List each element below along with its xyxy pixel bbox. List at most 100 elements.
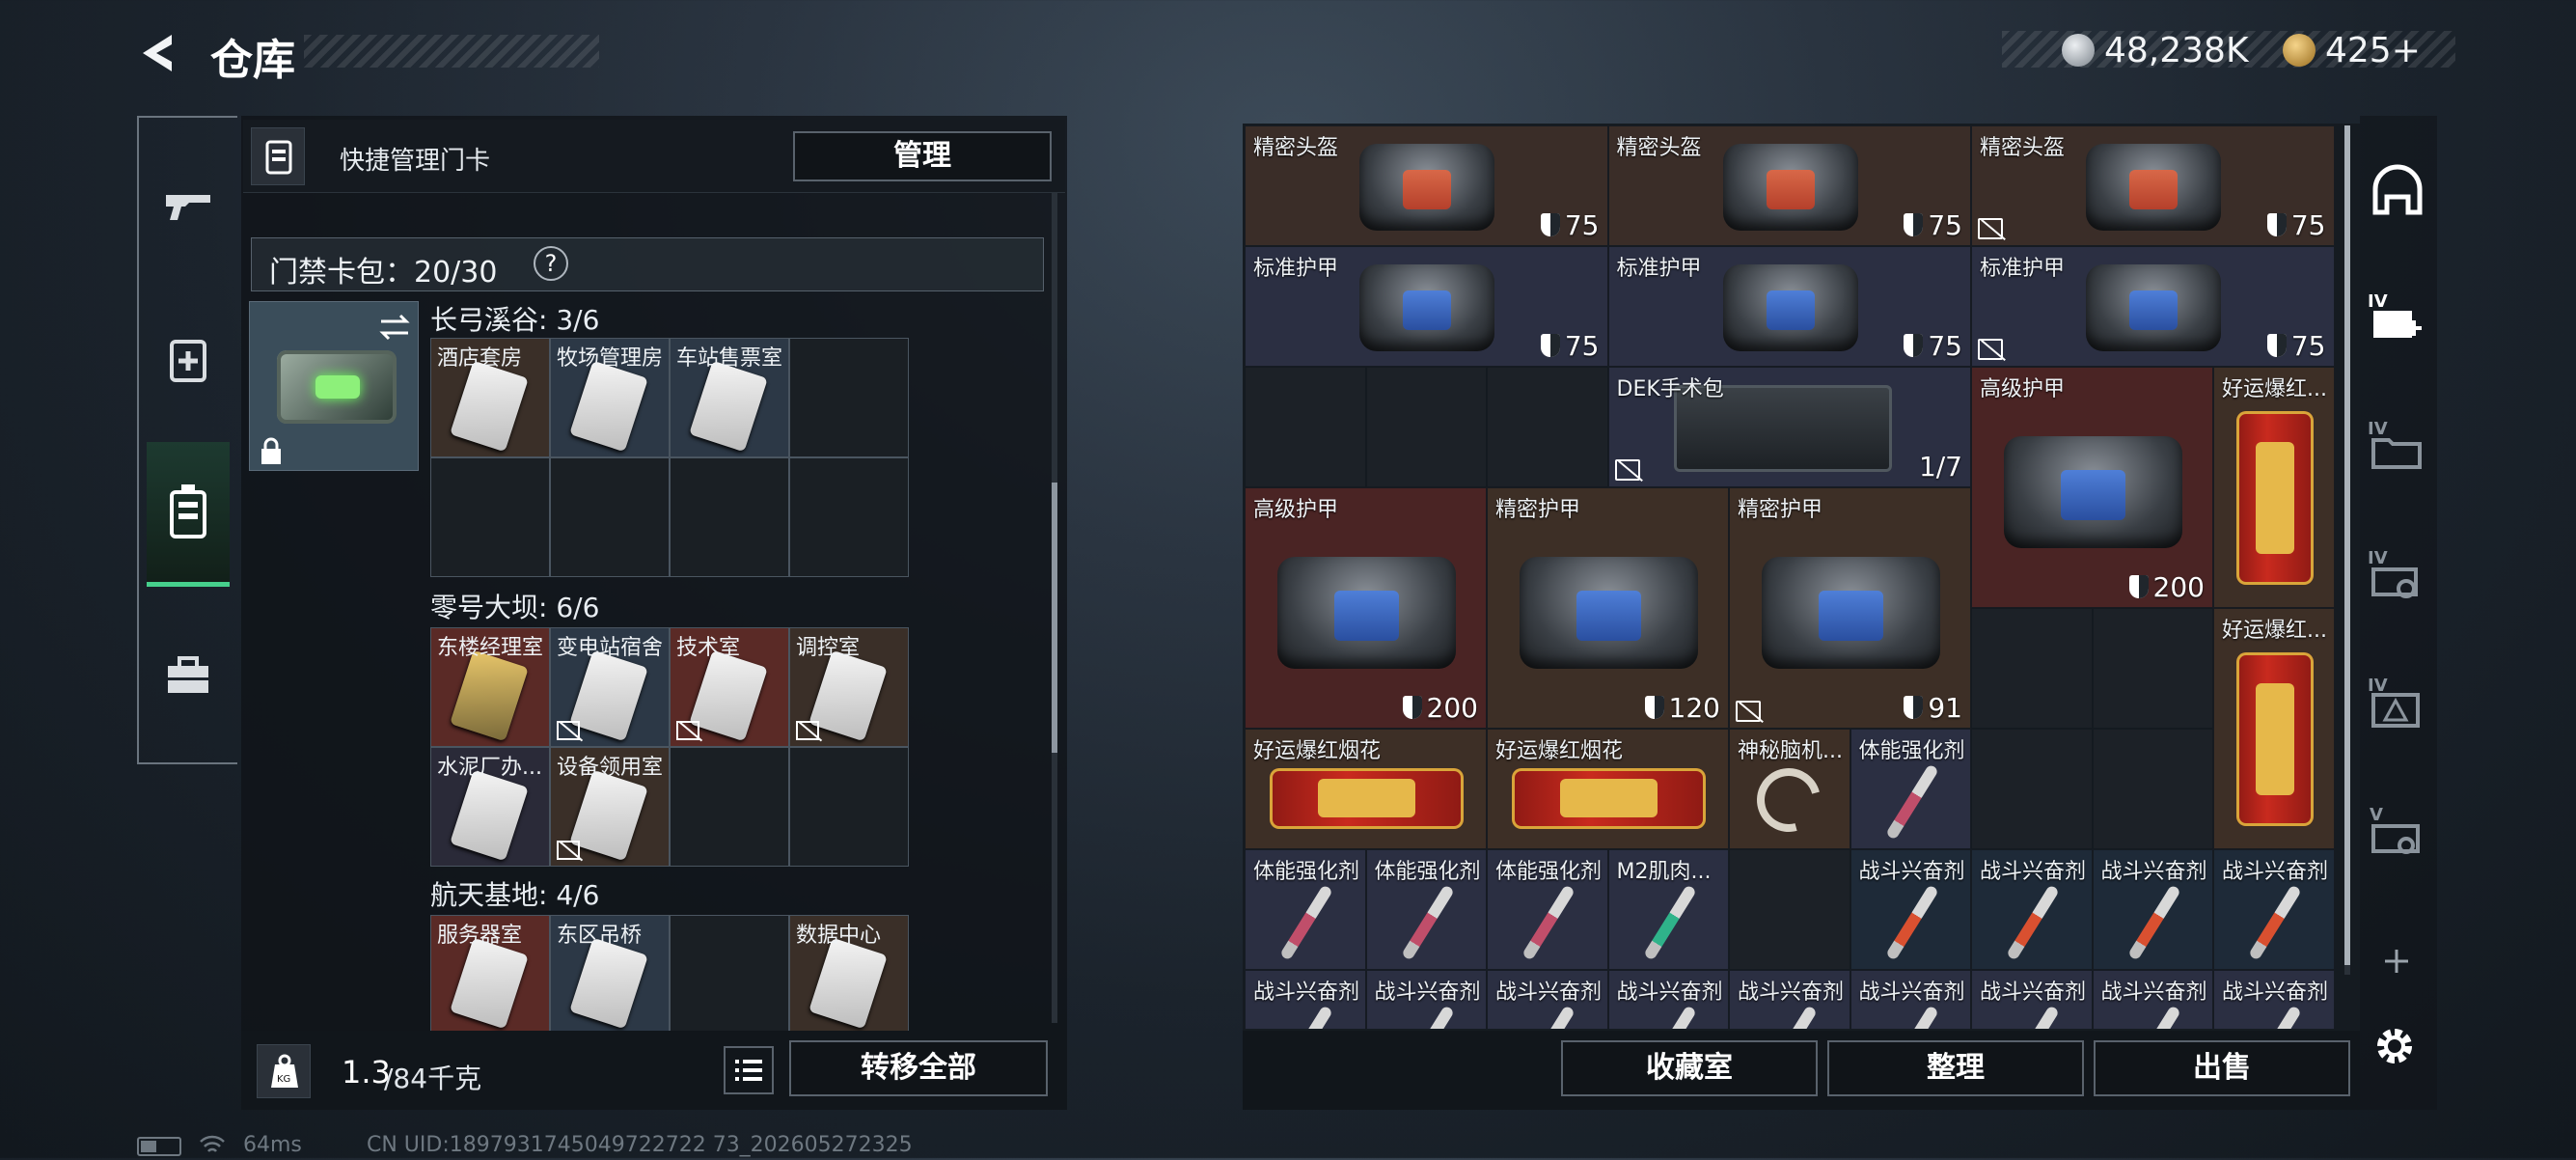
stash-item[interactable]: 好运爆红... bbox=[2213, 367, 2335, 608]
back-icon[interactable] bbox=[135, 29, 183, 77]
durability-shield-icon bbox=[2128, 575, 2149, 598]
add-container-icon[interactable] bbox=[2379, 944, 2414, 979]
swap-icon[interactable] bbox=[375, 308, 414, 346]
help-icon[interactable]: ? bbox=[534, 246, 568, 281]
container-tab-1[interactable]: IV bbox=[2366, 288, 2429, 351]
stash-item[interactable]: 战斗兴奋剂 bbox=[1850, 849, 1971, 970]
quick-manage-label: 快捷管理门卡 bbox=[340, 147, 491, 176]
stash-item[interactable]: 体能强化剂 bbox=[1487, 849, 1608, 970]
stash-item[interactable]: 战斗兴奋剂 bbox=[1245, 970, 1366, 1029]
case-icon: IV bbox=[2368, 548, 2418, 598]
stash-item[interactable]: 战斗兴奋剂 bbox=[1850, 970, 1971, 1029]
keycard-slot[interactable]: 调控室 bbox=[789, 627, 909, 747]
container-tab-3[interactable]: IV bbox=[2366, 544, 2429, 608]
stash-item[interactable]: 战斗兴奋剂 bbox=[2092, 970, 2213, 1029]
container-tab-2[interactable]: IV bbox=[2366, 415, 2429, 479]
transfer-all-button[interactable]: 转移全部 bbox=[789, 1040, 1048, 1096]
helmet-tab[interactable] bbox=[2366, 160, 2429, 224]
item-value-text: 91 bbox=[1928, 692, 1962, 724]
stash-item[interactable]: 精密头盔 75 bbox=[1607, 125, 1971, 246]
stash-item[interactable]: 精密头盔 75 bbox=[1971, 125, 2335, 246]
firework-image bbox=[1270, 768, 1464, 829]
currency-gold[interactable]: 425+ bbox=[2283, 29, 2421, 71]
stash-item[interactable]: M2肌肉... bbox=[1607, 849, 1729, 970]
item-value: 75 bbox=[1540, 209, 1600, 241]
sort-button[interactable]: 整理 bbox=[1827, 1040, 2084, 1096]
item-name: 精密护甲 bbox=[1738, 498, 1823, 522]
stash-item[interactable]: 战斗兴奋剂 bbox=[2213, 849, 2335, 970]
left-scrollbar[interactable] bbox=[1052, 193, 1057, 1023]
warning-box-icon: IV bbox=[2368, 676, 2420, 728]
durability-shield-icon bbox=[1644, 696, 1664, 719]
stash-item[interactable]: 标准护甲 75 bbox=[1971, 246, 2335, 367]
keycard-slot[interactable]: 水泥厂办... bbox=[430, 747, 550, 867]
currency-silver[interactable]: 48,238K bbox=[2062, 29, 2249, 71]
tab-keycards[interactable] bbox=[147, 442, 230, 587]
stash-item[interactable]: 高级护甲 200 bbox=[1245, 487, 1487, 729]
svg-text:IV: IV bbox=[2368, 291, 2388, 312]
container-tab-5[interactable]: V bbox=[2366, 801, 2429, 865]
stash-item[interactable]: 体能强化剂 bbox=[1245, 849, 1366, 970]
stash-item[interactable]: 标准护甲 75 bbox=[1245, 246, 1608, 367]
item-name: 战斗兴奋剂 bbox=[2222, 980, 2329, 1005]
stash-scrollbar[interactable] bbox=[2344, 125, 2350, 975]
keycard-slot[interactable]: 技术室 bbox=[670, 627, 789, 747]
stash-item[interactable]: 好运爆红烟花 bbox=[1487, 729, 1729, 849]
stash-item[interactable]: 战斗兴奋剂 bbox=[2092, 849, 2213, 970]
stash-item[interactable]: 体能强化剂 bbox=[1850, 729, 1971, 849]
weight-icon: KG bbox=[257, 1044, 311, 1098]
stash-item[interactable]: 战斗兴奋剂 bbox=[1487, 970, 1608, 1029]
sell-button[interactable]: 出售 bbox=[2094, 1040, 2350, 1096]
stash-item[interactable]: 体能强化剂 bbox=[1365, 849, 1487, 970]
item-value-text: 75 bbox=[2290, 330, 2326, 362]
injector-image bbox=[2006, 1005, 2060, 1029]
keycard-slot[interactable]: 设备领用室 bbox=[550, 747, 670, 867]
stash-item[interactable]: 神秘脑机... bbox=[1729, 729, 1850, 849]
injector-image bbox=[2006, 884, 2060, 961]
stash-item[interactable]: 战斗兴奋剂 bbox=[1971, 849, 2093, 970]
keycard-slot[interactable]: 变电站宿舍 bbox=[550, 627, 670, 747]
armor-image bbox=[1761, 557, 1941, 669]
keycard-slot[interactable]: 酒店套房 bbox=[430, 338, 550, 457]
svg-text:IV: IV bbox=[2368, 676, 2388, 696]
tab-medical[interactable] bbox=[147, 318, 230, 401]
keycard-slot[interactable]: 服务器室 bbox=[430, 915, 550, 1035]
keycard-slot[interactable]: 数据中心 bbox=[789, 915, 909, 1035]
stash-item[interactable]: 战斗兴奋剂 bbox=[1365, 970, 1487, 1029]
firework-image bbox=[2235, 411, 2314, 585]
stash-item[interactable]: 好运爆红... bbox=[2213, 608, 2335, 849]
settings-gear-icon[interactable] bbox=[2370, 1021, 2420, 1071]
stash-item[interactable]: 精密头盔 75 bbox=[1245, 125, 1608, 246]
keycard-slot[interactable]: 东区吊桥 bbox=[550, 915, 670, 1035]
armor-image bbox=[1722, 264, 1858, 351]
keycard-image bbox=[569, 360, 648, 453]
tab-toolbox[interactable] bbox=[147, 635, 230, 718]
stash-item[interactable]: 好运爆红烟花 bbox=[1245, 729, 1487, 849]
gun-icon bbox=[166, 195, 210, 220]
stash-item[interactable]: 精密护甲 91 bbox=[1729, 487, 1971, 729]
medkit-icon bbox=[170, 340, 206, 382]
list-view-button[interactable] bbox=[724, 1046, 774, 1094]
stash-item[interactable]: 战斗兴奋剂 bbox=[1971, 970, 2093, 1029]
keycard-name: 酒店套房 bbox=[437, 346, 523, 371]
container-tab-4[interactable]: IV bbox=[2366, 672, 2429, 735]
stash-item[interactable]: 战斗兴奋剂 bbox=[1729, 970, 1850, 1029]
stash-item[interactable]: 高级护甲 200 bbox=[1971, 367, 2213, 608]
item-name: 高级护甲 bbox=[1980, 377, 2066, 401]
manage-button[interactable]: 管理 bbox=[793, 131, 1052, 181]
stash-item[interactable]: 精密护甲 120 bbox=[1487, 487, 1729, 729]
collection-button[interactable]: 收藏室 bbox=[1561, 1040, 1818, 1096]
keycard-pack-image[interactable] bbox=[249, 301, 419, 471]
injector-image bbox=[2126, 884, 2181, 961]
stash-item[interactable]: 战斗兴奋剂 bbox=[1607, 970, 1729, 1029]
keycard-icon bbox=[170, 484, 206, 539]
stash-item[interactable]: DEK手术包 1/7 bbox=[1607, 367, 1971, 487]
keycard-slot[interactable]: 东楼经理室 bbox=[430, 627, 550, 747]
stash-item[interactable]: 战斗兴奋剂 bbox=[2213, 970, 2335, 1029]
empty-slot bbox=[2092, 729, 2213, 849]
stash-item[interactable]: 标准护甲 75 bbox=[1607, 246, 1971, 367]
keycard-slot[interactable]: 车站售票室 bbox=[670, 338, 789, 457]
injector-image bbox=[1642, 884, 1697, 961]
tab-weapons[interactable] bbox=[147, 164, 230, 247]
keycard-slot[interactable]: 牧场管理房 bbox=[550, 338, 670, 457]
